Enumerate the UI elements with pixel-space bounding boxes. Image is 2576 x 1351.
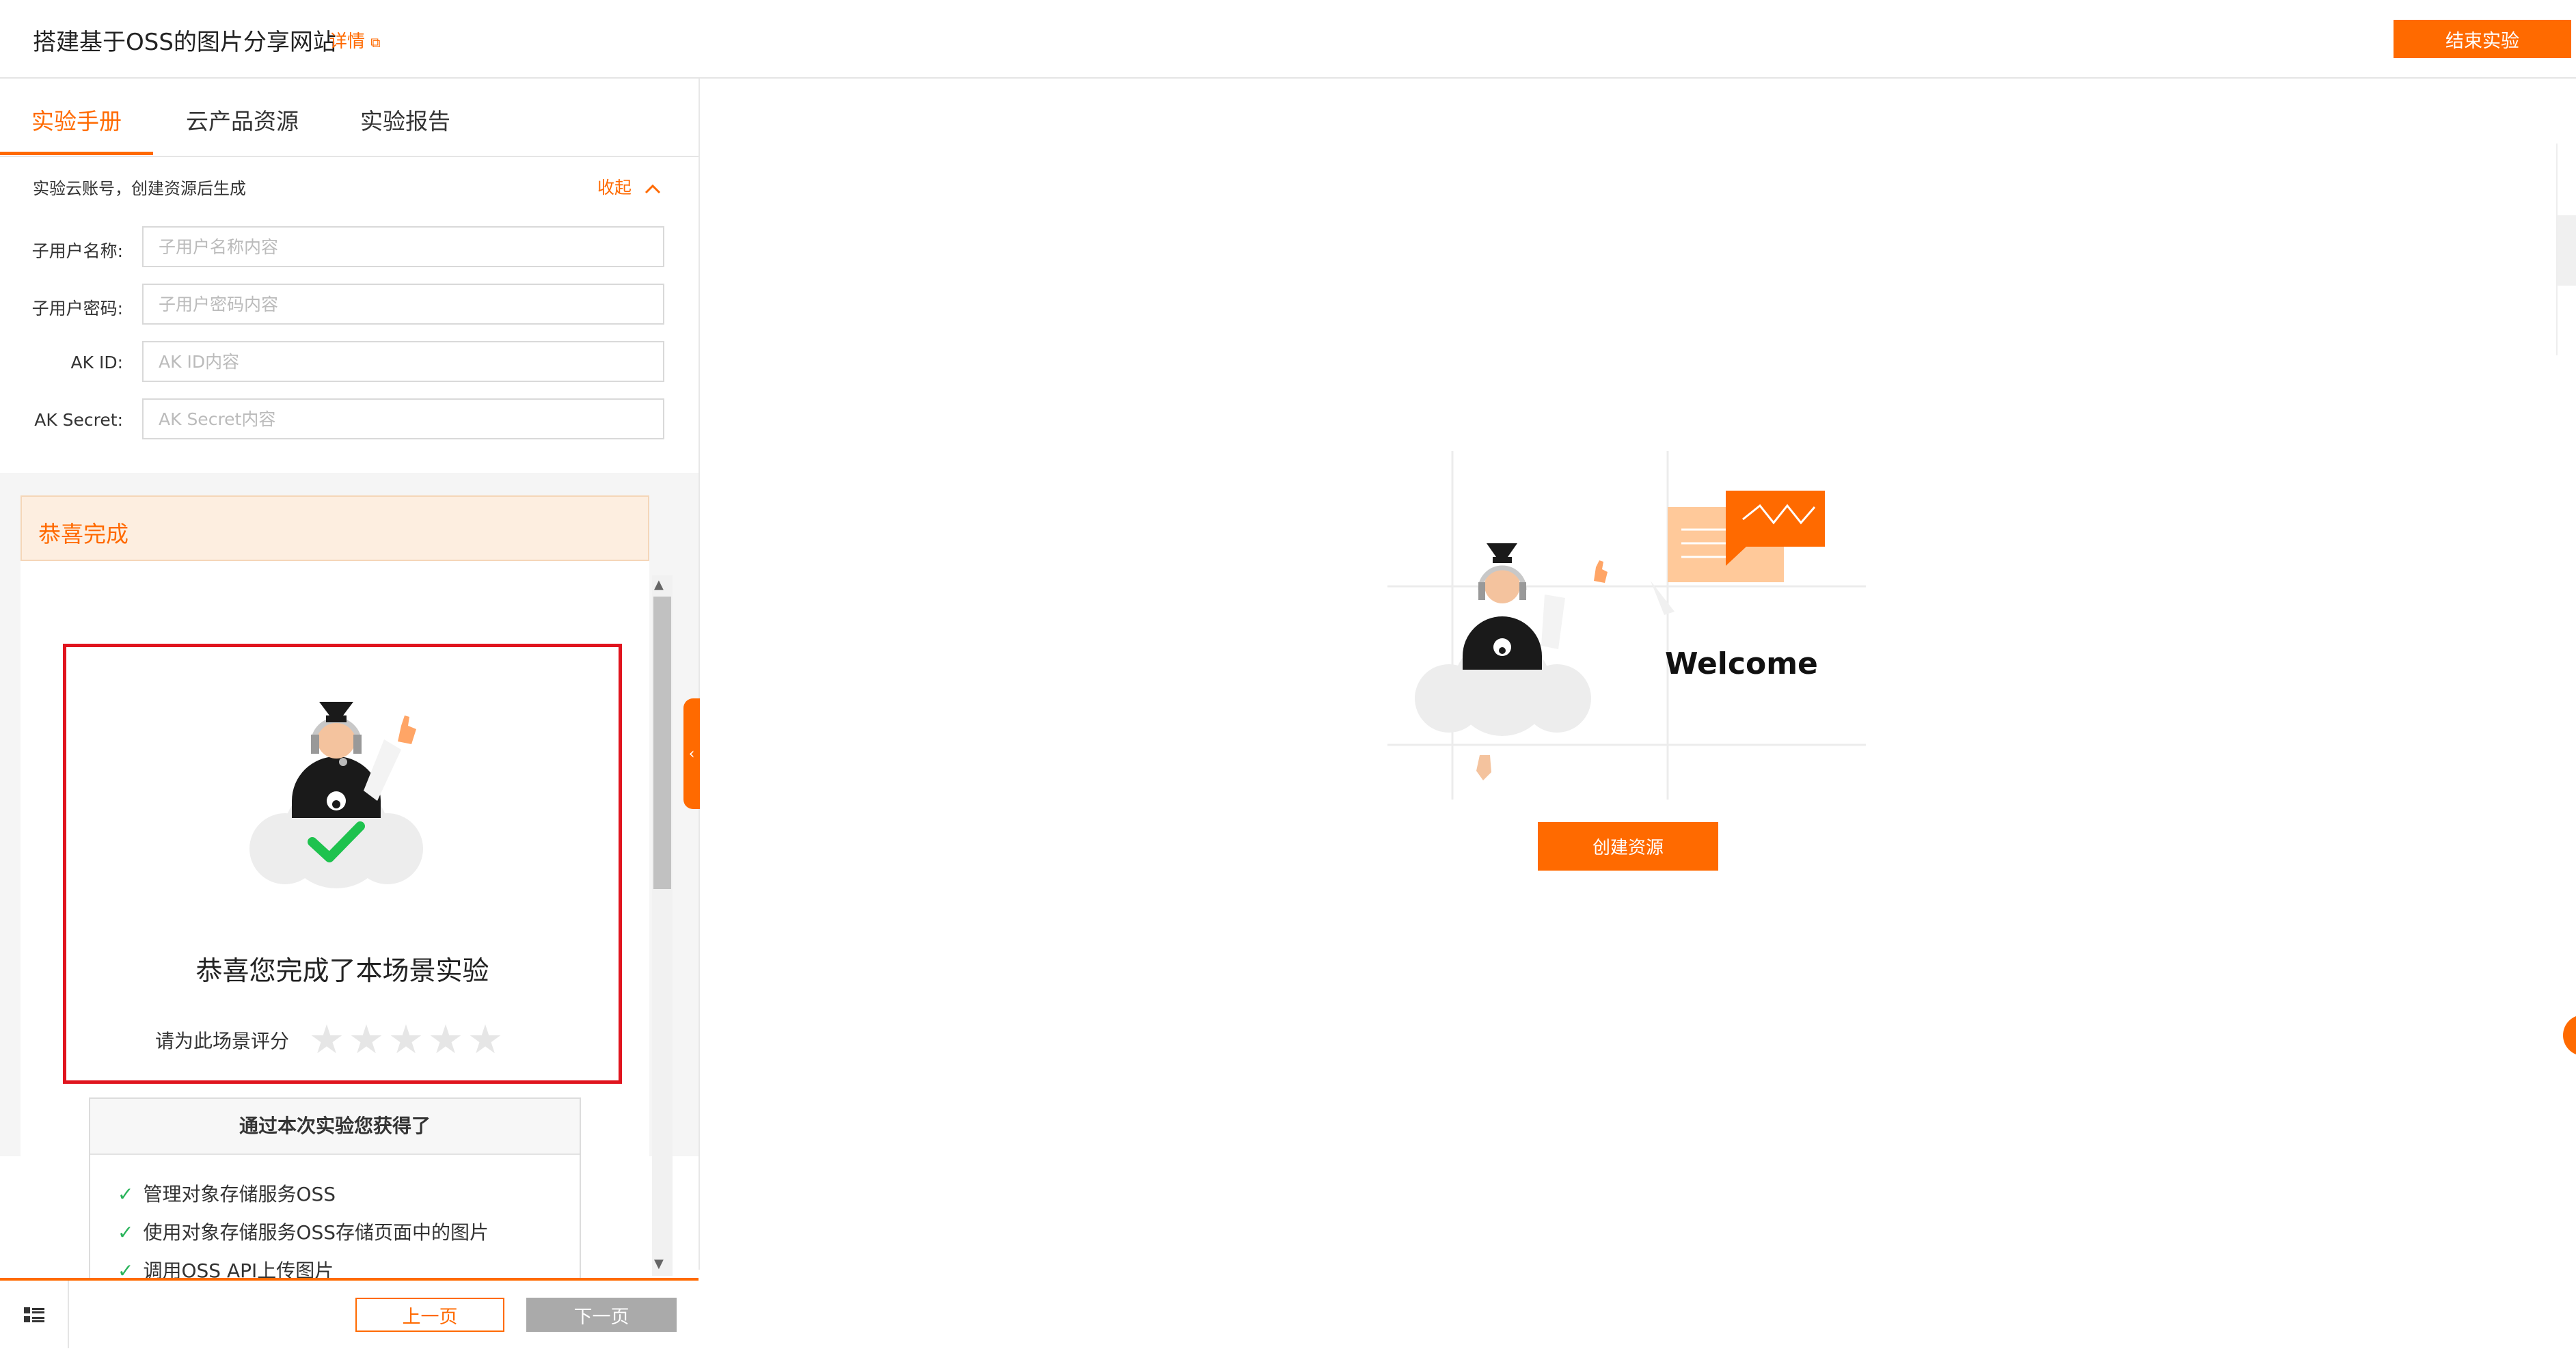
external-link-icon: ⧉ xyxy=(370,34,381,51)
right-edge-tab[interactable] xyxy=(2558,215,2576,286)
star-2-icon[interactable]: ★ xyxy=(349,1020,384,1059)
end-lab-button[interactable]: 结束实验 xyxy=(2394,20,2571,58)
list-icon xyxy=(23,1307,44,1322)
congrats-banner-text: 恭喜完成 xyxy=(38,521,128,547)
gain-item: ✓ 调用OSS API上传图片 xyxy=(118,1256,334,1279)
collapse-label: 收起 xyxy=(597,178,632,197)
table-of-contents-button[interactable] xyxy=(0,1281,69,1348)
active-tab-indicator xyxy=(0,152,153,155)
welcome-illustration xyxy=(1387,451,1866,800)
check-icon: ✓ xyxy=(118,1259,134,1279)
chevron-left-icon: ‹ xyxy=(688,745,695,763)
tab-lab-report[interactable]: 实验报告 xyxy=(360,103,450,136)
star-5-icon[interactable]: ★ xyxy=(467,1020,503,1059)
star-1-icon[interactable]: ★ xyxy=(309,1020,344,1059)
collapse-button[interactable]: 收起 xyxy=(597,174,662,199)
footer-bar: 上一页 下一页 xyxy=(0,1278,699,1351)
gain-item: ✓ 管理对象存储服务OSS xyxy=(118,1183,336,1205)
sub-user-name-label: 子用户名称: xyxy=(31,241,123,261)
panel-collapse-handle[interactable]: ‹ xyxy=(683,698,700,809)
tab-lab-manual[interactable]: 实验手册 xyxy=(31,103,122,136)
rating-label: 请为此场景评分 xyxy=(155,1030,290,1052)
ak-id-field[interactable] xyxy=(142,341,664,382)
star-4-icon[interactable]: ★ xyxy=(428,1020,463,1059)
congrats-banner: 恭喜完成 xyxy=(21,495,649,561)
lab-manual-panel: 实验手册 云产品资源 实验报告 实验云账号，创建资源后生成 收起 子用户名称: … xyxy=(0,79,700,1351)
scroll-up-arrow-icon[interactable]: ▲ xyxy=(654,577,664,592)
gain-item: ✓ 使用对象存储服务OSS存储页面中的图片 xyxy=(118,1221,489,1244)
ak-secret-label: AK Secret: xyxy=(34,410,123,430)
previous-page-button[interactable]: 上一页 xyxy=(355,1298,504,1332)
detail-link[interactable]: 详情 ⧉ xyxy=(329,27,381,53)
chevron-up-icon xyxy=(645,184,661,194)
top-header: 搭建基于OSS的图片分享网站 详情 ⧉ 结束实验 xyxy=(0,0,2576,79)
check-icon: ✓ xyxy=(118,1183,134,1205)
tab-bar: 实验手册 云产品资源 实验报告 xyxy=(0,79,699,157)
gains-box: 通过本次实验您获得了 ✓ 管理对象存储服务OSS ✓ 使用对象存储服务OSS存储页面… xyxy=(89,1097,581,1279)
star-3-icon[interactable]: ★ xyxy=(388,1020,424,1059)
ak-secret-field[interactable] xyxy=(142,398,664,439)
completion-illustration xyxy=(249,702,423,888)
sub-user-name-field[interactable] xyxy=(142,226,664,267)
manual-content: 恭喜您完成了本场景实验 请为此场景评分 ★ ★ ★ ★ ★ 通过本次实验您获得了… xyxy=(21,561,649,1279)
sub-user-password-label: 子用户密码: xyxy=(31,299,123,318)
detail-link-label: 详情 xyxy=(329,31,366,52)
account-note: 实验云账号，创建资源后生成 xyxy=(33,179,246,198)
next-page-button[interactable]: 下一页 xyxy=(526,1298,677,1332)
floating-help-button[interactable] xyxy=(2563,1015,2576,1056)
page-title: 搭建基于OSS的图片分享网站 xyxy=(33,29,336,56)
scrollbar-thumb[interactable] xyxy=(653,597,671,889)
ak-id-label: AK ID: xyxy=(70,353,124,372)
tab-cloud-resources[interactable]: 云产品资源 xyxy=(186,103,299,136)
check-icon: ✓ xyxy=(118,1221,134,1244)
scroll-down-arrow-icon[interactable]: ▼ xyxy=(654,1257,664,1271)
sub-user-password-field[interactable] xyxy=(142,284,664,325)
gains-title: 通过本次实验您获得了 xyxy=(90,1099,580,1155)
completion-title: 恭喜您完成了本场景实验 xyxy=(195,956,489,987)
welcome-heading: Welcome xyxy=(1665,646,1818,681)
create-resources-button[interactable]: 创建资源 xyxy=(1538,822,1718,871)
completion-card: 恭喜您完成了本场景实验 请为此场景评分 ★ ★ ★ ★ ★ xyxy=(63,644,622,1084)
